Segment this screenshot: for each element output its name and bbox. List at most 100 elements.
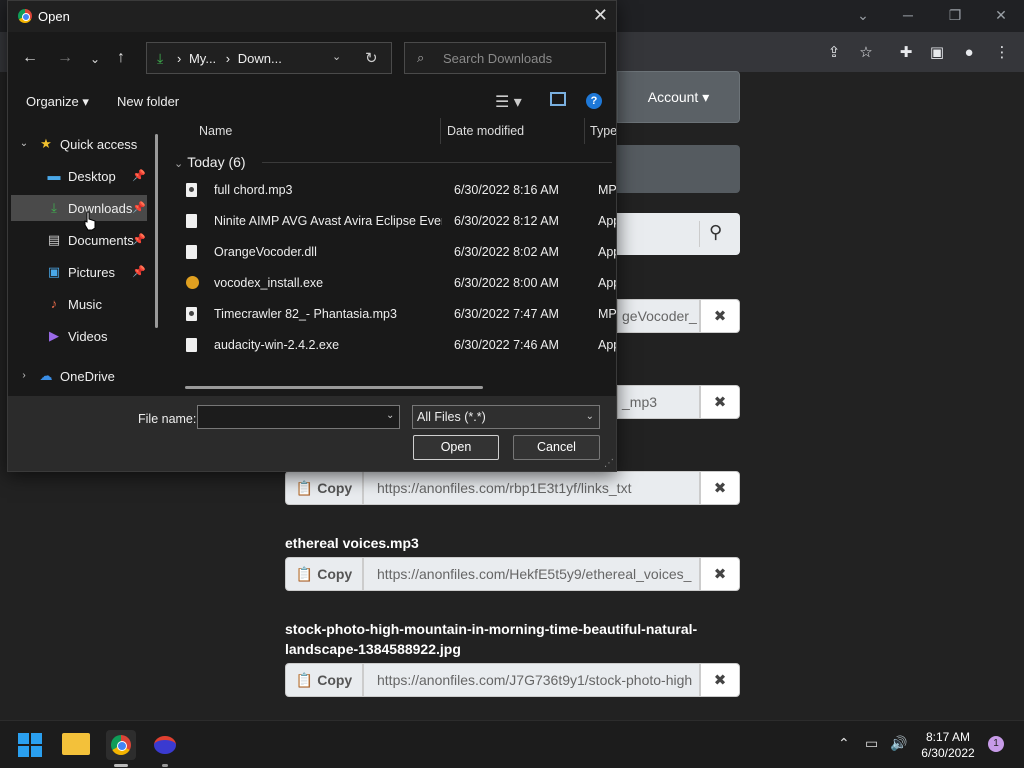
chrome-taskbar-icon[interactable] <box>106 730 136 767</box>
view-options-icon[interactable]: ☰ ▾ <box>495 92 522 112</box>
close-icon[interactable]: ✕ <box>986 4 1016 26</box>
column-header-date[interactable]: Date modified <box>447 124 524 138</box>
extensions-icon[interactable]: ✚ <box>895 42 917 64</box>
nav-item-pictures[interactable]: ▣ Pictures 📌 <box>8 259 148 285</box>
up-arrow-icon[interactable]: ↑ <box>117 49 125 67</box>
nav-label: Music <box>68 297 102 312</box>
link-url-field[interactable]: geVocoder_ <box>617 299 700 333</box>
app-taskbar-icon[interactable] <box>150 730 180 767</box>
expand-chevron-icon[interactable]: › <box>16 368 32 384</box>
remove-button[interactable]: ✖ <box>700 385 740 419</box>
column-header-type[interactable]: Type <box>590 124 616 138</box>
link-url-field[interactable]: _mp3 <box>617 385 700 419</box>
bookmark-star-icon[interactable]: ☆ <box>855 42 877 64</box>
copy-button[interactable]: 📋 Copy <box>285 663 363 697</box>
search-divider <box>699 221 700 247</box>
file-type: MP3 <box>598 183 616 197</box>
copy-button[interactable]: 📋 Copy <box>285 471 363 505</box>
remove-button[interactable]: ✖ <box>700 299 740 333</box>
pin-icon: 📌 <box>132 202 146 214</box>
file-row[interactable]: vocodex_install.exe 6/30/2022 8:00 AM Ap… <box>182 268 616 299</box>
recent-locations-chevron-icon[interactable]: ⌄ <box>90 52 100 66</box>
file-row[interactable]: full chord.mp3 6/30/2022 8:16 AM MP3 <box>182 175 616 206</box>
generic-file-icon <box>186 214 197 228</box>
file-type: MP3 <box>598 307 616 321</box>
start-windows-icon[interactable] <box>18 733 42 757</box>
column-header-name[interactable]: Name <box>199 124 232 138</box>
nav-item-onedrive[interactable]: › ☁ OneDrive <box>8 363 148 389</box>
copy-button[interactable]: 📋 Copy <box>285 557 363 591</box>
dialog-titlebar: Open ✕ <box>8 1 616 32</box>
nav-item-quick-access[interactable]: ⌄ ★ Quick access <box>8 131 148 157</box>
file-name: full chord.mp3 <box>214 183 293 197</box>
file-date: 6/30/2022 7:46 AM <box>454 338 559 352</box>
side-panel-icon[interactable]: ▣ <box>926 42 948 64</box>
file-row[interactable]: OrangeVocoder.dll 6/30/2022 8:02 AM Appl… <box>182 237 616 268</box>
nav-label: OneDrive <box>60 369 115 384</box>
link-url-field[interactable]: https://anonfiles.com/HekfE5t5y9/etherea… <box>363 557 700 591</box>
volume-icon[interactable]: 🔊 <box>890 735 907 752</box>
tray-overflow-chevron-icon[interactable]: ⌃ <box>838 735 850 752</box>
help-icon[interactable]: ? <box>586 93 602 109</box>
remove-button[interactable]: ✖ <box>700 471 740 505</box>
search-icon[interactable]: ⚲ <box>709 222 722 243</box>
profile-icon[interactable]: ● <box>958 42 980 64</box>
breadcrumb-item-downloads[interactable]: Down... <box>238 51 282 66</box>
cancel-button[interactable]: Cancel <box>513 435 600 460</box>
nav-item-documents[interactable]: ▤ Documents 📌 <box>8 227 148 253</box>
refresh-icon[interactable]: ↻ <box>365 49 378 67</box>
back-arrow-icon[interactable]: ← <box>22 49 38 67</box>
file-explorer-icon[interactable] <box>62 733 90 755</box>
star-icon: ★ <box>40 136 52 151</box>
open-button[interactable]: Open <box>413 435 499 460</box>
nav-scrollbar[interactable] <box>155 134 158 328</box>
preview-pane-icon[interactable] <box>550 92 566 106</box>
dialog-close-icon[interactable]: ✕ <box>593 5 608 26</box>
menu-kebab-icon[interactable]: ⋮ <box>991 42 1013 64</box>
taskbar-clock[interactable]: 8:17 AM 6/30/2022 <box>912 729 984 761</box>
file-name-dropdown-icon[interactable]: ⌄ <box>386 410 394 421</box>
pin-icon: 📌 <box>132 266 146 278</box>
notification-badge[interactable]: 1 <box>988 736 1004 752</box>
remove-button[interactable]: ✖ <box>700 663 740 697</box>
network-icon[interactable]: ▭ <box>865 735 878 752</box>
new-folder-button[interactable]: New folder <box>117 94 179 109</box>
file-row[interactable]: Timecrawler 82_- Phantasia.mp3 6/30/2022… <box>182 299 616 330</box>
nav-item-desktop[interactable]: ▬ Desktop 📌 <box>8 163 148 189</box>
file-type: Appli <box>598 338 616 352</box>
breadcrumb-item-my[interactable]: My... <box>189 51 216 66</box>
file-list-pane: Name Date modified Type ⌄ Today (6) full … <box>166 118 616 396</box>
dialog-search-box[interactable]: ⌕ Search Downloads <box>404 42 606 74</box>
file-row[interactable]: Ninite AIMP AVG Avast Avira Eclipse Ever… <box>182 206 616 237</box>
nav-item-videos[interactable]: ▶ Videos <box>8 323 148 349</box>
file-name-label: File name: <box>138 412 197 426</box>
column-separator[interactable] <box>584 118 585 144</box>
address-dropdown-icon[interactable]: ⌄ <box>332 50 341 63</box>
organize-button[interactable]: Organize ▾ <box>26 94 89 110</box>
forward-arrow-icon[interactable]: → <box>57 49 73 67</box>
nav-item-music[interactable]: ♪ Music <box>8 291 148 317</box>
account-button[interactable]: Account ▾ <box>617 71 740 123</box>
share-icon[interactable]: ⇪ <box>823 42 845 64</box>
tab-list-icon[interactable]: ⌄ <box>848 4 878 26</box>
remove-button[interactable]: ✖ <box>700 557 740 591</box>
column-separator[interactable] <box>440 118 441 144</box>
horizontal-scrollbar[interactable] <box>185 386 483 389</box>
dialog-footer: File name: ⌄ All Files (*.*) ⌄ Open Canc… <box>8 396 616 471</box>
restore-icon[interactable]: ❐ <box>940 4 970 26</box>
copy-label: Copy <box>317 566 353 582</box>
nav-item-downloads[interactable]: ⤓ Downloads 📌 <box>11 195 147 221</box>
link-url-field[interactable]: https://anonfiles.com/J7G736t9y1/stock-p… <box>363 663 700 697</box>
file-type: Appli <box>598 245 616 259</box>
address-bar[interactable]: ⤓ › My... › Down... ⌄ ↻ <box>146 42 392 74</box>
file-type: Appli <box>598 276 616 290</box>
file-type-select[interactable]: All Files (*.*) ⌄ <box>412 405 600 429</box>
resize-grip-icon[interactable]: ⋰ <box>604 458 614 469</box>
file-name-input[interactable] <box>197 405 400 429</box>
link-url-field[interactable]: https://anonfiles.com/rbp1E3t1yf/links_t… <box>363 471 700 505</box>
minimize-icon[interactable]: ─ <box>893 4 923 26</box>
expand-chevron-icon[interactable]: ⌄ <box>16 136 32 152</box>
group-header-today[interactable]: ⌄ Today (6) <box>174 154 246 170</box>
file-row[interactable]: audacity-win-2.4.2.exe 6/30/2022 7:46 AM… <box>182 330 616 361</box>
site-search-box[interactable]: ⚲ <box>617 213 740 255</box>
